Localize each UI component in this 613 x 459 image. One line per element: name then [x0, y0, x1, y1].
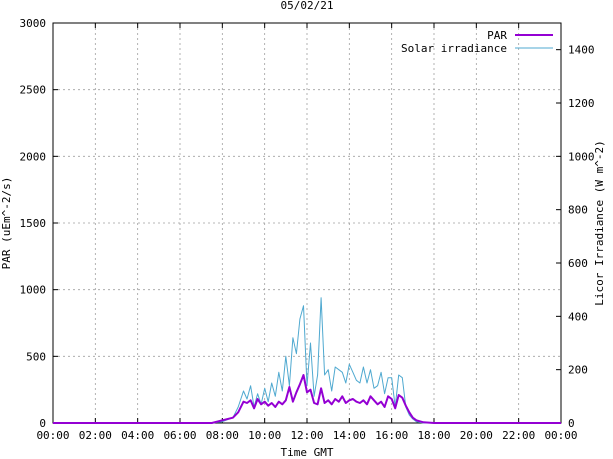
y2-tick-label: 0 [568, 417, 575, 430]
x-tick-label: 20:00 [460, 429, 493, 442]
y2-tick-label: 800 [568, 204, 588, 217]
x-tick-label: 00:00 [544, 429, 577, 442]
y2-tick-label: 600 [568, 257, 588, 270]
x-axis-label: Time GMT [281, 446, 334, 459]
y-tick-label: 3000 [20, 17, 47, 30]
y-tick-label: 2000 [20, 150, 47, 163]
y-tick-label: 1500 [20, 217, 47, 230]
chart: 00:00 02:00 04:00 06:00 08:00 10:00 12:00 14:00… [0, 0, 613, 459]
y2-tick-label: 1000 [568, 150, 595, 163]
y2-axis-label: Licor Irradiance (W m^-2) [593, 140, 606, 306]
legend-label-par: PAR [487, 29, 507, 42]
y-tick-label: 0 [39, 417, 46, 430]
x-tick-label: 18:00 [417, 429, 450, 442]
y-tick-label: 1000 [20, 284, 47, 297]
y-axis-label: PAR (uEm^-2/s) [0, 177, 13, 270]
x-tick-label: 10:00 [248, 429, 281, 442]
y2-tick-label: 1200 [568, 97, 595, 110]
x-tick-label: 22:00 [502, 429, 535, 442]
x-tick-label: 02:00 [79, 429, 112, 442]
y2-tick-label: 400 [568, 310, 588, 323]
legend-label-solar-irradiance: Solar irradiance [401, 42, 507, 55]
y2-tick-label: 200 [568, 364, 588, 377]
y2-tick-label: 1400 [568, 44, 595, 57]
chart-title: 05/02/21 [281, 0, 334, 12]
y-tick-label: 500 [26, 350, 46, 363]
x-tick-label: 14:00 [333, 429, 366, 442]
x-tick-label: 04:00 [121, 429, 154, 442]
y-tick-label: 2500 [20, 84, 47, 97]
x-tick-label: 06:00 [163, 429, 196, 442]
x-tick-label: 00:00 [36, 429, 69, 442]
x-tick-label: 08:00 [206, 429, 239, 442]
x-tick-label: 12:00 [290, 429, 323, 442]
x-tick-label: 16:00 [375, 429, 408, 442]
